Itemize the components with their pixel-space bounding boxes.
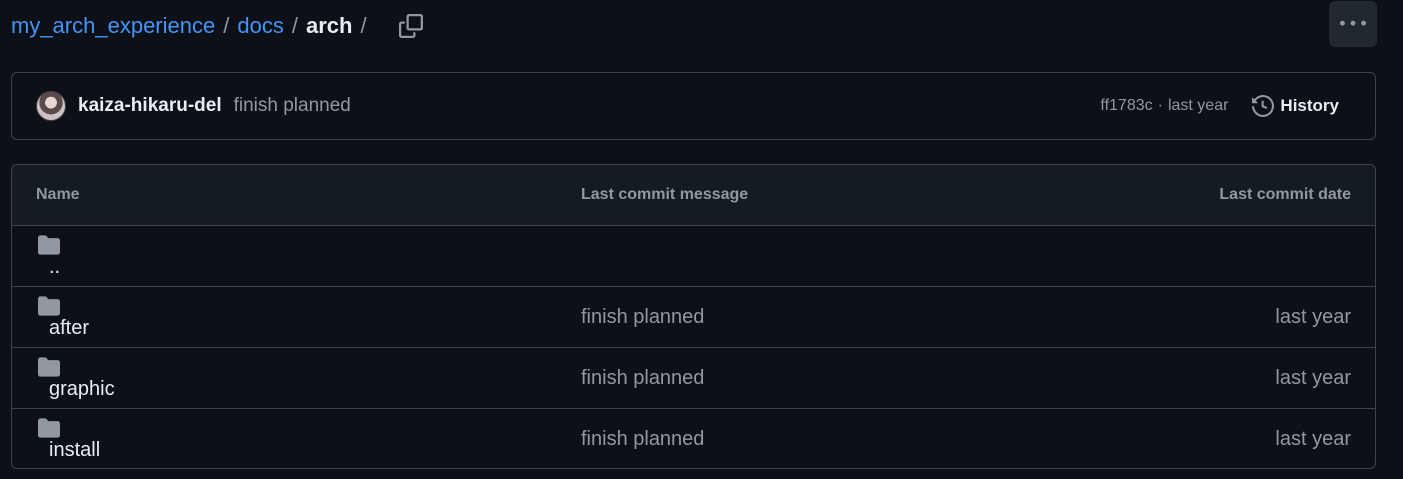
folder-icon xyxy=(38,234,60,255)
latest-commit-bar: kaiza-hikaru-del finish planned ff1783c … xyxy=(11,72,1376,140)
row-name-cell: graphic xyxy=(36,356,115,401)
row-name-cell: install xyxy=(36,417,100,462)
folder-icon xyxy=(38,356,60,377)
breadcrumb-current-dir: arch xyxy=(305,13,353,38)
row-commit-date: last year xyxy=(1275,366,1351,389)
row-name-cell: after xyxy=(36,295,89,340)
history-button[interactable]: History xyxy=(1252,91,1351,121)
commit-author-link[interactable]: kaiza-hikaru-del xyxy=(78,95,222,117)
folder-icon xyxy=(38,295,60,316)
avatar[interactable] xyxy=(36,91,66,121)
row-commit-message[interactable]: finish planned xyxy=(581,306,704,329)
table-header: Name Last commit message Last commit dat… xyxy=(12,165,1375,226)
folder-link-install[interactable]: install xyxy=(49,439,100,461)
row-name-cell: .. xyxy=(36,234,62,279)
commit-age: last year xyxy=(1167,97,1229,114)
kebab-horizontal-icon xyxy=(1340,20,1366,26)
commit-meta-separator: · xyxy=(1157,97,1163,114)
breadcrumb: my_arch_experience / docs / arch / xyxy=(11,8,425,44)
copy-icon xyxy=(398,14,423,38)
row-commit-date: last year xyxy=(1275,305,1351,328)
folder-link-graphic[interactable]: graphic xyxy=(49,378,115,400)
commit-message-link[interactable]: finish planned xyxy=(234,95,351,117)
table-row[interactable]: graphic finish planned last year xyxy=(12,348,1375,409)
commit-meta: ff1783c · last year History xyxy=(1100,91,1351,121)
breadcrumb-docs-link[interactable]: docs xyxy=(237,8,283,44)
table-row[interactable]: after finish planned last year xyxy=(12,287,1375,348)
breadcrumb-separator: / xyxy=(291,13,298,38)
history-label: History xyxy=(1280,96,1339,115)
folder-icon xyxy=(38,418,60,438)
history-icon xyxy=(1252,95,1275,117)
header-last-commit-date: Last commit date xyxy=(1219,186,1351,203)
copy-path-button[interactable] xyxy=(397,12,425,40)
header-name: Name xyxy=(36,186,80,203)
parent-dir-link[interactable]: .. xyxy=(49,256,60,278)
header-last-commit-message: Last commit message xyxy=(581,186,749,203)
file-table: Name Last commit message Last commit dat… xyxy=(11,164,1376,469)
table-row[interactable]: install finish planned last year xyxy=(12,409,1375,468)
commit-sha-link[interactable]: ff1783c xyxy=(1100,97,1152,115)
row-commit-date: last year xyxy=(1275,428,1351,450)
breadcrumb-separator: / xyxy=(223,13,230,38)
table-row-parent-dir[interactable]: .. xyxy=(12,226,1375,287)
breadcrumb-separator: / xyxy=(360,13,367,38)
folder-link-after[interactable]: after xyxy=(49,317,89,339)
row-commit-message[interactable]: finish planned xyxy=(581,367,704,390)
breadcrumb-repo-link[interactable]: my_arch_experience xyxy=(11,8,215,44)
more-options-button[interactable] xyxy=(1329,1,1377,47)
row-commit-message[interactable]: finish planned xyxy=(581,428,704,451)
